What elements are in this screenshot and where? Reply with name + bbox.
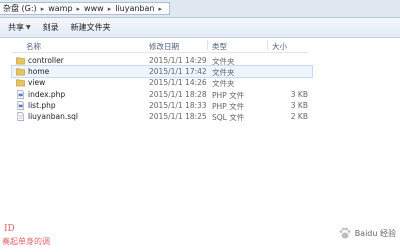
new-folder-label: 新建文件夹 (70, 23, 111, 32)
file-name: liuyanban.sql (28, 111, 78, 121)
php-file-icon (17, 89, 24, 99)
new-folder-button[interactable]: 新建文件夹 (65, 20, 117, 36)
column-name[interactable]: 名称 (26, 41, 41, 52)
column-modified[interactable]: 修改日期 (149, 41, 179, 52)
file-row-liuyanban-sql[interactable]: liuyanban.sql 2015/1/1 18:25 SQL 文件 2 KB (12, 111, 312, 122)
file-modified: 2015/1/1 14:26 (149, 78, 207, 88)
baidu-watermark: Baidu 经验 (338, 226, 396, 240)
share-button[interactable]: 共享 ▼ (0, 20, 37, 36)
baidu-watermark-text: Baidu 经验 (354, 228, 396, 238)
sql-file-icon (17, 112, 24, 121)
column-size[interactable]: 大小 (272, 41, 287, 52)
file-row-index-php[interactable]: index.php 2015/1/1 18:28 PHP 文件 3 KB (12, 89, 312, 100)
file-row-view[interactable]: view 2015/1/1 14:26 文件夹 (12, 77, 312, 88)
file-size: 3 KB (290, 89, 308, 99)
file-row-controller[interactable]: controller 2015/1/1 14:29 文件夹 (12, 55, 312, 66)
file-type: SQL 文件 (212, 112, 245, 122)
file-modified: 2015/1/1 18:33 (149, 100, 207, 110)
file-row-list-php[interactable]: list.php 2015/1/1 18:33 PHP 文件 3 KB (12, 100, 312, 111)
column-divider[interactable] (267, 40, 268, 50)
column-divider[interactable] (207, 40, 208, 50)
file-row-home[interactable]: home 2015/1/1 17:42 文件夹 (11, 65, 313, 79)
breadcrumb-wamp[interactable]: wamp (45, 4, 75, 13)
php-file-icon (17, 100, 24, 110)
breadcrumb-separator-icon[interactable]: ▸ (157, 5, 163, 13)
toolbar: 共享 ▼ 刻录 新建文件夹 (0, 18, 400, 38)
file-name: view (28, 78, 46, 88)
share-label: 共享 (8, 23, 24, 32)
address-bar[interactable]: 杂盘 (G:) ▸ wamp ▸ www ▸ liuyanban ▸ (0, 0, 400, 18)
breadcrumb: 杂盘 (G:) ▸ wamp ▸ www ▸ liuyanban ▸ (0, 2, 170, 15)
file-modified: 2015/1/1 18:28 (149, 89, 207, 99)
file-name: home (28, 67, 50, 77)
breadcrumb-drive[interactable]: 杂盘 (G:) (0, 3, 40, 14)
folder-icon (16, 68, 25, 76)
burn-button[interactable]: 刻录 (37, 20, 65, 36)
folder-icon (16, 79, 25, 87)
column-header: 名称 修改日期 类型 大小 (12, 38, 308, 53)
breadcrumb-liuyanban[interactable]: liuyanban (112, 4, 157, 13)
file-name: controller (28, 56, 64, 65)
file-modified: 2015/1/1 14:29 (149, 56, 207, 65)
baidu-paw-icon (339, 227, 351, 239)
dropdown-arrow-icon: ▼ (26, 24, 31, 31)
folder-icon (16, 57, 25, 65)
watermark-id: ID (4, 224, 15, 234)
file-list: controller 2015/1/1 14:29 文件夹 home 2015/… (11, 55, 313, 122)
file-size: 2 KB (290, 111, 308, 121)
file-modified: 2015/1/1 17:42 (149, 67, 207, 77)
file-size: 3 KB (290, 100, 308, 110)
file-name: index.php (28, 89, 66, 99)
file-modified: 2015/1/1 18:25 (149, 111, 207, 121)
watermark-author: 奏起单身的调 (2, 237, 50, 246)
breadcrumb-www[interactable]: www (81, 4, 107, 13)
file-name: list.php (28, 100, 56, 110)
burn-label: 刻录 (42, 23, 59, 32)
column-type[interactable]: 类型 (212, 41, 227, 52)
